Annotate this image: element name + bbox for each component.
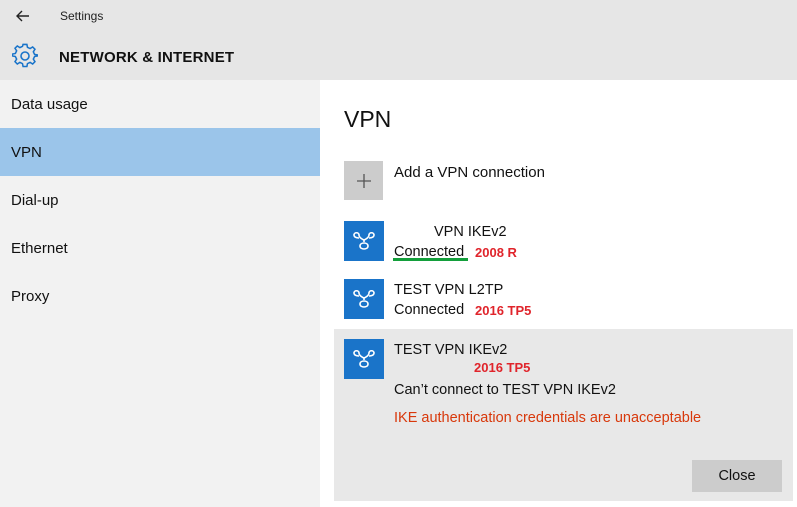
vpn-connection-name[interactable]: TEST VPN L2TP	[394, 282, 503, 298]
sidebar-item-data-usage[interactable]: Data usage	[0, 80, 320, 128]
sidebar-item-proxy[interactable]: Proxy	[0, 272, 320, 320]
vpn-connection-icon[interactable]	[344, 221, 384, 261]
window-title: Settings	[60, 9, 104, 23]
vpn-connection-icon[interactable]	[344, 339, 384, 379]
sidebar-item-label: Data usage	[11, 96, 88, 113]
server-annotation: 2016 TP5	[475, 303, 532, 318]
back-arrow-icon	[16, 10, 29, 22]
vpn-icon	[353, 231, 375, 250]
sidebar-item-ethernet[interactable]: Ethernet	[0, 224, 320, 272]
gear-icon	[12, 43, 38, 68]
sidebar-item-label: Ethernet	[11, 240, 68, 257]
sidebar-item-vpn[interactable]: VPN	[0, 128, 320, 176]
page-title: NETWORK & INTERNET	[59, 49, 235, 66]
main-content: VPN Add a VPN connection VPN IKEv2 Conne…	[320, 80, 797, 507]
server-annotation: 2016 TP5	[474, 360, 531, 375]
vpn-connection-name[interactable]: TEST VPN IKEv2	[394, 342, 507, 358]
title-bar: Settings	[0, 0, 797, 32]
add-vpn-button[interactable]	[344, 161, 383, 200]
page-header: NETWORK & INTERNET	[0, 32, 797, 80]
back-button[interactable]	[10, 4, 36, 28]
error-message: IKE authentication credentials are unacc…	[394, 410, 702, 426]
close-button[interactable]: Close	[692, 460, 782, 492]
vpn-icon	[353, 289, 375, 308]
vpn-connection-icon[interactable]	[344, 279, 384, 319]
add-vpn-label[interactable]: Add a VPN connection	[394, 164, 545, 181]
status-underline	[393, 258, 468, 261]
sidebar-item-label: VPN	[11, 144, 42, 161]
sidebar-item-label: Dial-up	[11, 192, 59, 209]
vpn-connection-status: Connected	[394, 302, 465, 318]
server-annotation: 2008 R	[475, 245, 517, 260]
sidebar-item-label: Proxy	[11, 288, 50, 305]
vpn-connection-name[interactable]: VPN IKEv2	[434, 224, 507, 240]
sidebar: Data usage VPN Dial-up Ethernet Proxy	[0, 80, 320, 507]
vpn-connection-status: Can’t connect to TEST VPN IKEv2	[394, 382, 616, 398]
section-title: VPN	[344, 106, 392, 132]
sidebar-item-dial-up[interactable]: Dial-up	[0, 176, 320, 224]
vpn-icon	[353, 349, 375, 368]
plus-icon	[356, 173, 371, 188]
